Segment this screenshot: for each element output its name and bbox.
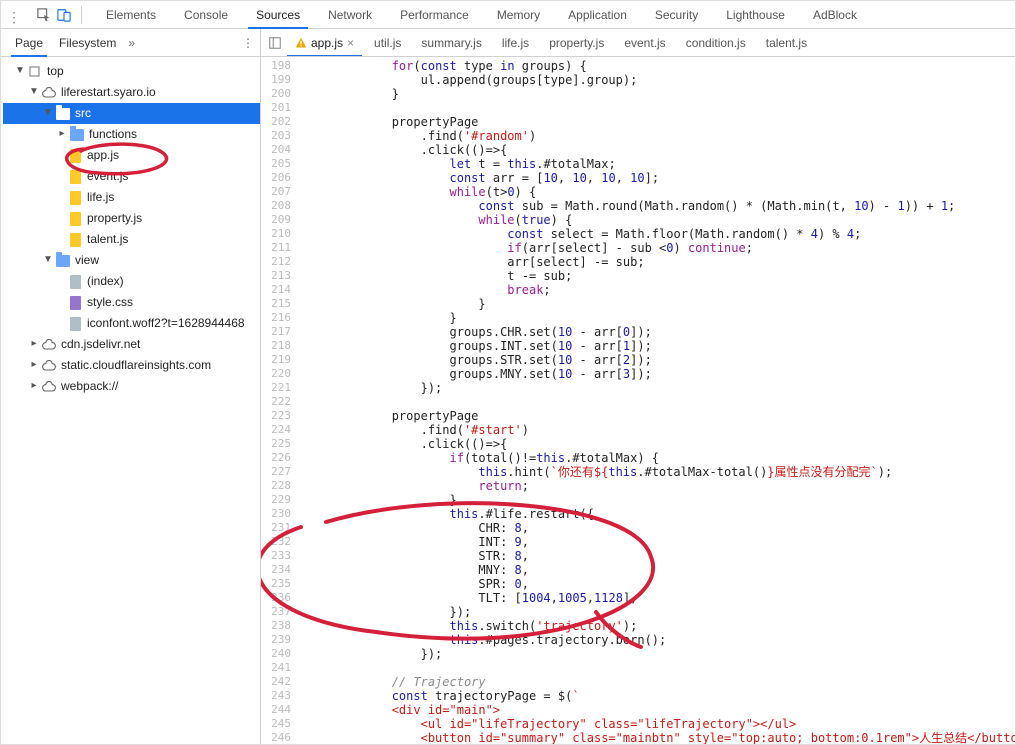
domain-icon xyxy=(41,85,57,101)
tree-domain-cdnjsdelivrnet[interactable]: ▸cdn.jsdelivr.net xyxy=(3,334,260,355)
inspect-element-icon[interactable] xyxy=(35,6,53,24)
editor-tabstrip: app.js×util.jssummary.jslife.jsproperty.… xyxy=(261,29,1015,57)
editor-tab-lifejs[interactable]: life.js xyxy=(492,29,539,56)
code-editor[interactable]: 198 199 200 201 202 203 204 205 206 207 … xyxy=(261,57,1015,744)
tree-file-appjs[interactable]: app.js xyxy=(3,145,260,166)
chevron-right-icon[interactable]: » xyxy=(128,36,135,50)
panel-tab-memory[interactable]: Memory xyxy=(485,1,552,28)
editor-tab-eventjs[interactable]: event.js xyxy=(614,29,675,56)
panel-tab-lighthouse[interactable]: Lighthouse xyxy=(714,1,797,28)
tree-domain[interactable]: ▼liferestart.syaro.io xyxy=(3,82,260,103)
tree-file-stylecss[interactable]: style.css xyxy=(3,292,260,313)
editor-tab-utiljs[interactable]: util.js xyxy=(364,29,411,56)
editor-tab-propertyjs[interactable]: property.js xyxy=(539,29,614,56)
tree-file-talentjs[interactable]: talent.js xyxy=(3,229,260,250)
tree-top[interactable]: ▼top xyxy=(3,61,260,82)
tree-caret-icon[interactable]: ▸ xyxy=(29,333,39,354)
tree-file-index[interactable]: (index) xyxy=(3,271,260,292)
domain-cdnjsdelivrnet-icon xyxy=(41,337,57,353)
editor-tab-summaryjs[interactable]: summary.js xyxy=(411,29,491,56)
tree-caret-icon[interactable]: ▸ xyxy=(29,354,39,375)
panel-tab-elements[interactable]: Elements xyxy=(94,1,168,28)
folder-functions-icon xyxy=(69,127,85,143)
editor-tab-conditionjs[interactable]: condition.js xyxy=(676,29,756,56)
panel-tab-adblock[interactable]: AdBlock xyxy=(801,1,869,28)
file-index-icon xyxy=(67,274,83,290)
navigator-tab-filesystem[interactable]: Filesystem xyxy=(51,29,124,56)
panel-tab-performance[interactable]: Performance xyxy=(388,1,481,28)
editor-tab-talentjs[interactable]: talent.js xyxy=(756,29,817,56)
file-iconfontwoff2t1628944468-icon xyxy=(67,316,83,332)
tree-caret-icon[interactable]: ▼ xyxy=(43,102,53,123)
folder-src-icon xyxy=(55,106,71,122)
panel-tab-security[interactable]: Security xyxy=(643,1,710,28)
tree-folder-functions[interactable]: ▸functions xyxy=(3,124,260,145)
tree-caret-icon[interactable]: ▼ xyxy=(15,60,25,81)
tree-domain-staticcloudflareinsightscom[interactable]: ▸static.cloudflareinsights.com xyxy=(3,355,260,376)
tree-file-propertyjs[interactable]: property.js xyxy=(3,208,260,229)
navigator-more-icon[interactable]: ⋮ xyxy=(242,36,254,50)
tree-file-iconfontwoff2t1628944468[interactable]: iconfont.woff2?t=1628944468 xyxy=(3,313,260,334)
warning-icon xyxy=(295,37,307,49)
tree-folder-src[interactable]: ▼src xyxy=(3,103,260,124)
kebab-menu-icon[interactable]: ⋮ xyxy=(5,7,23,26)
devtools-panel-tabs: ElementsConsoleSourcesNetworkPerformance… xyxy=(94,1,869,28)
sources-navigator: Page Filesystem » ⋮ ▼top▼liferestart.sya… xyxy=(1,29,261,744)
file-propertyjs-icon xyxy=(67,211,83,227)
domain-staticcloudflareinsightscom-icon xyxy=(41,358,57,374)
tree-domain-webpack[interactable]: ▸webpack:// xyxy=(3,376,260,397)
navigator-tab-page[interactable]: Page xyxy=(7,29,51,56)
close-tab-icon[interactable]: × xyxy=(347,36,354,50)
device-toolbar-icon[interactable] xyxy=(55,6,73,24)
top-icon xyxy=(27,64,43,80)
domain-webpack-icon xyxy=(41,379,57,395)
devtools-toolbar: ElementsConsoleSourcesNetworkPerformance… xyxy=(1,1,1015,29)
tree-file-eventjs[interactable]: event.js xyxy=(3,166,260,187)
panel-tab-console[interactable]: Console xyxy=(172,1,240,28)
file-appjs-icon xyxy=(67,148,83,164)
tree-folder-view[interactable]: ▼view xyxy=(3,250,260,271)
panel-tab-network[interactable]: Network xyxy=(316,1,384,28)
tree-caret-icon[interactable]: ▼ xyxy=(29,81,39,102)
file-list-icon[interactable] xyxy=(265,36,285,50)
tree-file-lifejs[interactable]: life.js xyxy=(3,187,260,208)
panel-tab-sources[interactable]: Sources xyxy=(244,1,312,28)
tree-caret-icon[interactable]: ▸ xyxy=(57,123,67,144)
panel-tab-application[interactable]: Application xyxy=(556,1,639,28)
file-stylecss-icon xyxy=(67,295,83,311)
file-lifejs-icon xyxy=(67,190,83,206)
tree-caret-icon[interactable]: ▸ xyxy=(29,375,39,396)
file-eventjs-icon xyxy=(67,169,83,185)
source-editor-area: app.js×util.jssummary.jslife.jsproperty.… xyxy=(261,29,1015,744)
tree-caret-icon[interactable]: ▼ xyxy=(43,249,53,270)
file-talentjs-icon xyxy=(67,232,83,248)
folder-view-icon xyxy=(55,253,71,269)
editor-tab-appjs[interactable]: app.js× xyxy=(285,29,364,56)
